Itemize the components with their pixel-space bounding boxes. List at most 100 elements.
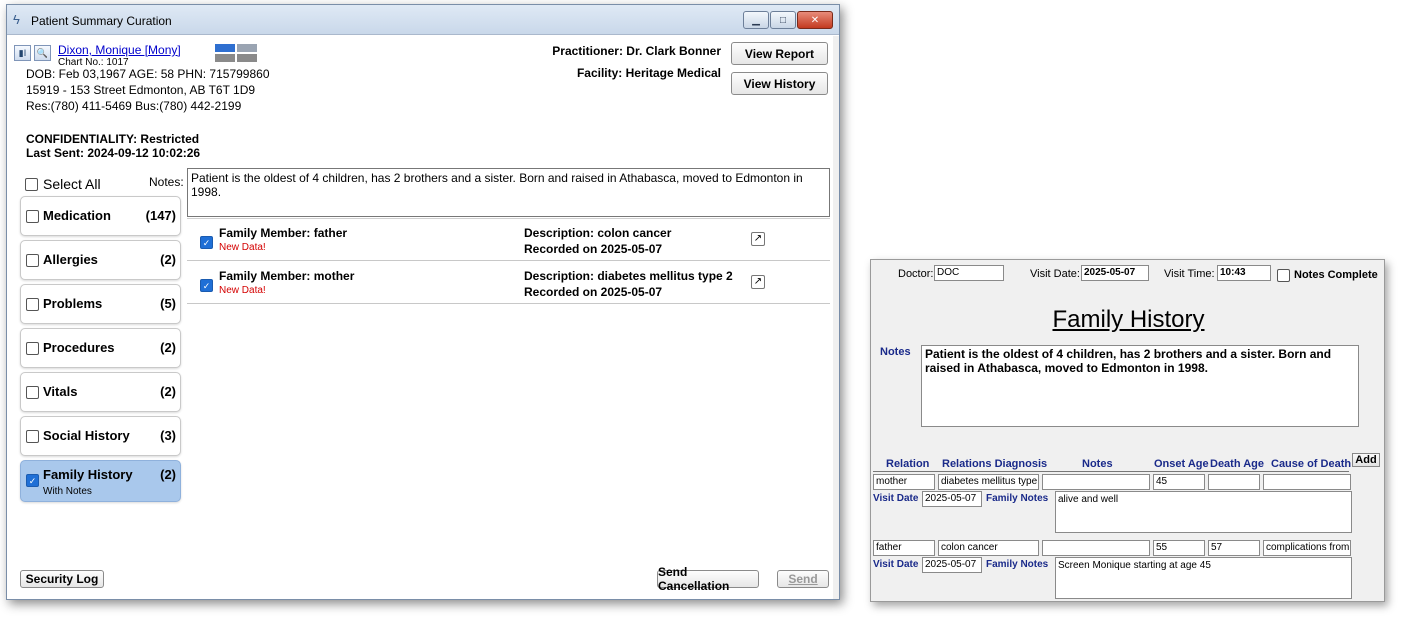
new-data-flag: New Data! [219,242,266,253]
new-data-flag: New Data! [219,285,266,296]
select-all-box[interactable] [25,177,38,191]
recorded-date: Recorded on 2025-05-07 [524,285,663,299]
cause-of-death-field[interactable] [1263,474,1351,490]
category-family-history[interactable]: ✓ Family History (2) With Notes [20,460,181,502]
notes-textarea[interactable]: Patient is the oldest of 4 children, has… [921,345,1359,427]
category-label: Allergies [43,252,98,267]
view-history-button[interactable]: View History [731,72,828,95]
notes-complete-label: Notes Complete [1294,269,1378,281]
app-icon: ϟ [13,12,20,27]
category-label: Social History [43,428,130,443]
select-all-label: Select All [43,176,101,192]
recorded-date: Recorded on 2025-05-07 [524,242,663,256]
family-member: Family Member: father [219,226,348,240]
category-checkbox[interactable] [26,254,39,267]
item-checkbox[interactable]: ✓ [200,279,213,292]
category-checkbox[interactable]: ✓ [26,474,39,487]
minimize-button[interactable]: ▁ [743,11,769,29]
category-problems[interactable]: Problems (5) [20,284,181,324]
category-count: (2) [160,340,176,355]
category-allergies[interactable]: Allergies (2) [20,240,181,280]
death-age-field[interactable]: 57 [1208,540,1260,556]
header-onset-age: Onset Age [1154,458,1209,470]
notes-label: Notes: [149,175,184,189]
address-line: 15919 - 153 Street Edmonton, AB T6T 1D9 [26,83,256,97]
window-title: Patient Summary Curation [31,14,172,28]
row-visit-date-field[interactable]: 2025-05-07 [922,491,982,507]
add-button[interactable]: Add [1352,453,1380,467]
death-age-field[interactable] [1208,474,1260,490]
list-item: ✓ Family Member: mother New Data! Descri… [187,262,830,304]
visit-date-field[interactable]: 2025-05-07 [1081,265,1149,281]
search-patient-icon[interactable]: 🔍 [34,45,51,61]
visit-date-label: Visit Date: [1030,268,1080,280]
category-checkbox[interactable] [26,430,39,443]
maximize-button[interactable]: □ [770,11,796,29]
family-notes-textarea[interactable]: Screen Monique starting at age 45 [1055,557,1352,599]
patient-card-icon[interactable]: ▮I [14,45,31,61]
visit-time-label: Visit Time: [1164,268,1215,280]
family-member: Family Member: mother [219,269,355,283]
diagnosis-field[interactable]: colon cancer [938,540,1039,556]
practitioner: Practitioner: Dr. Clark Bonner [552,44,721,58]
notes-complete-checkbox[interactable] [1277,269,1290,282]
onset-age-field[interactable]: 45 [1153,474,1205,490]
item-checkbox[interactable]: ✓ [200,236,213,249]
relation-field[interactable]: father [873,540,935,556]
category-label: Vitals [43,384,78,399]
family-history-window: Doctor: DOC Visit Date: 2025-05-07 Visit… [870,259,1385,602]
patient-name-link[interactable]: Dixon, Monique [Mony] [58,43,181,57]
notes-field[interactable] [1042,540,1150,556]
header-diagnosis: Relations Diagnosis [942,458,1048,470]
relation-field[interactable]: mother [873,474,935,490]
category-checkbox[interactable] [26,342,39,355]
security-log-button[interactable]: Security Log [20,570,104,588]
category-count: (3) [160,428,176,443]
category-label: Procedures [43,340,115,355]
send-cancellation-button[interactable]: Send Cancellation [657,565,759,593]
notes-label: Notes [880,346,911,358]
visit-time-field[interactable]: 10:43 [1217,265,1271,281]
select-all-checkbox[interactable]: Select All [25,176,101,192]
onset-age-field[interactable]: 55 [1153,540,1205,556]
facility: Facility: Heritage Medical [576,66,721,80]
visit-date-row-label: Visit Date [873,559,919,570]
open-external-icon[interactable]: ↗ [751,232,765,246]
category-count: (5) [160,296,176,311]
close-button[interactable]: ✕ [797,11,833,29]
notes-field[interactable] [1042,474,1150,490]
send-button[interactable]: Send [777,570,829,588]
family-notes-textarea[interactable]: alive and well [1055,491,1352,533]
diagnosis-field[interactable]: diabetes mellitus type 2 [938,474,1039,490]
phones-line: Res:(780) 411-5469 Bus:(780) 442-2199 [26,99,242,113]
category-medication[interactable]: Medication (147) [20,196,181,236]
header-cause-of-death: Cause of Death [1271,458,1352,470]
description: Description: diabetes mellitus type 2 [524,269,733,283]
doctor-field[interactable]: DOC [934,265,1004,281]
category-vitals[interactable]: Vitals (2) [20,372,181,412]
confidentiality: CONFIDENTIALITY: Restricted [26,132,200,146]
header-death-age: Death Age [1210,458,1264,470]
category-count: (2) [160,252,176,267]
category-sub-label: With Notes [43,486,92,497]
cause-of-death-field[interactable]: complications from c [1263,540,1351,556]
last-sent: Last Sent: 2024-09-12 10:02:26 [26,146,201,160]
view-report-button[interactable]: View Report [731,42,828,65]
row-visit-date-field[interactable]: 2025-05-07 [922,557,982,573]
category-checkbox[interactable] [26,386,39,399]
layout-toggle-icon[interactable] [215,44,257,62]
category-label: Problems [43,296,103,311]
category-checkbox[interactable] [26,298,39,311]
category-procedures[interactable]: Procedures (2) [20,328,181,368]
header-relation: Relation [886,458,930,470]
category-social-history[interactable]: Social History (3) [20,416,181,456]
open-external-icon[interactable]: ↗ [751,275,765,289]
category-checkbox[interactable] [26,210,39,223]
scroll-rail [833,36,839,599]
patient-summary-window: ϟ Patient Summary Curation ▁ □ ✕ ▮I 🔍 Di… [6,4,840,600]
category-count: (2) [160,467,176,482]
category-count: (2) [160,384,176,399]
notes-textarea[interactable]: Patient is the oldest of 4 children, has… [187,168,830,217]
dob-line: DOB: Feb 03,1967 AGE: 58 PHN: 715799860 [26,67,270,81]
family-notes-label: Family Notes [986,493,1049,504]
